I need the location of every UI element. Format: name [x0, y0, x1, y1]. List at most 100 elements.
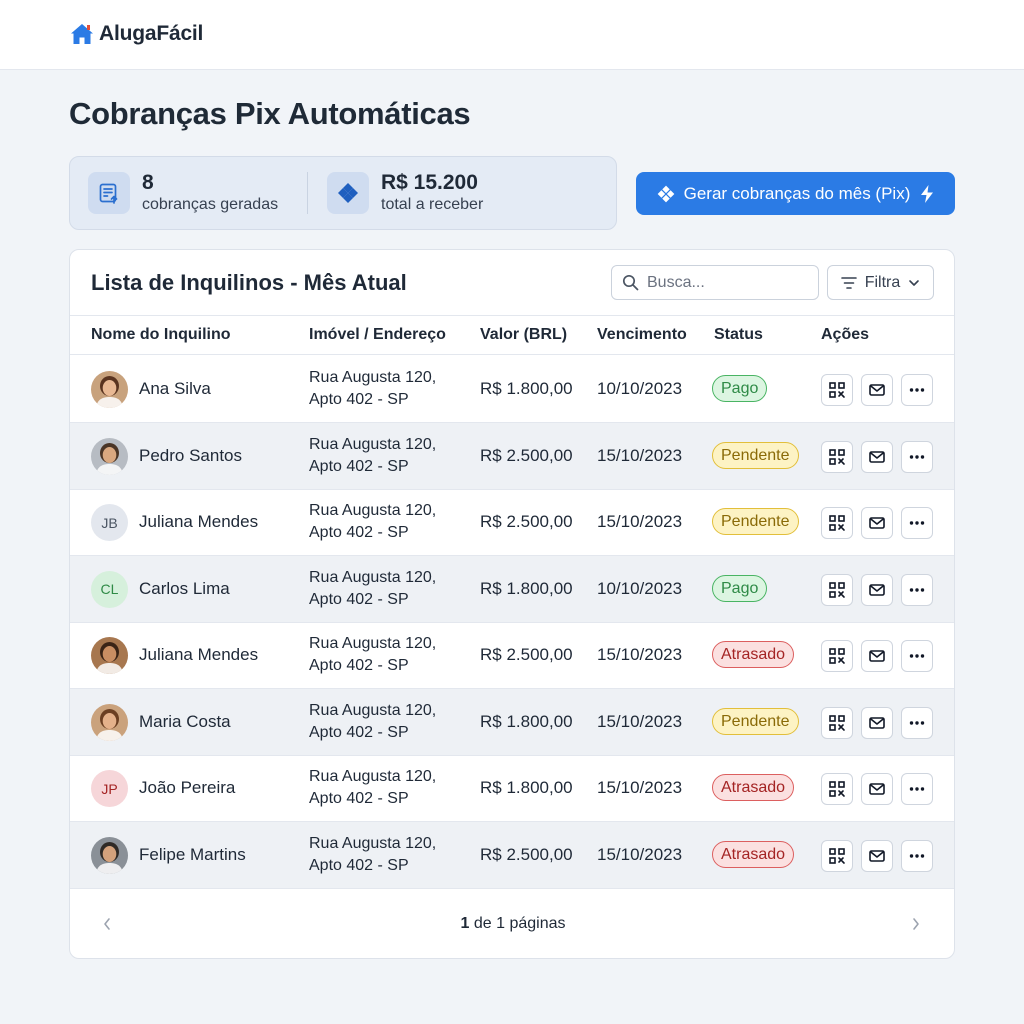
avatar [91, 637, 128, 674]
table-row[interactable]: Ana Silva Rua Augusta 120, Apto 402 - SP… [70, 356, 954, 423]
qr-code-button[interactable] [821, 573, 853, 606]
property-address: Rua Augusta 120, Apto 402 - SP [309, 833, 436, 877]
table-row[interactable]: JB Juliana Mendes Rua Augusta 120, Apto … [70, 489, 954, 556]
more-actions-button[interactable] [901, 374, 933, 406]
top-bar: AlugaFácil [0, 0, 1024, 70]
column-header: Nome do Inquilino [91, 326, 231, 343]
table-row[interactable]: Pedro Santos Rua Augusta 120, Apto 402 -… [70, 422, 954, 490]
house-icon [71, 24, 93, 44]
send-email-button[interactable] [861, 706, 893, 739]
tenant-name: Pedro Santos [139, 445, 243, 465]
qr-code-button[interactable] [821, 706, 853, 739]
due-date: 15/10/2023 [597, 512, 683, 531]
avatar-photo [91, 836, 128, 874]
avatar [91, 437, 128, 475]
qr-code-button[interactable] [821, 839, 853, 872]
address-line-1: Rua Augusta 120, [309, 635, 437, 652]
stat-charges-generated: 8 cobranças geradas [88, 157, 278, 229]
send-email-button[interactable] [861, 573, 893, 606]
qr-code-icon [829, 581, 845, 598]
avatar-initials: CL [100, 581, 119, 597]
send-email-button[interactable] [861, 773, 893, 805]
more-icon [909, 521, 925, 525]
due-date: 15/10/2023 [597, 645, 683, 664]
rent-value: R$ 1.800,00 [480, 711, 573, 731]
address-line-1: Rua Augusta 120, [309, 768, 437, 785]
qr-code-icon [829, 714, 845, 731]
due-date: 15/10/2023 [597, 711, 683, 731]
more-actions-button[interactable] [901, 706, 933, 739]
generate-charges-button[interactable]: Gerar cobranças do mês (Pix) [636, 172, 955, 215]
search-input[interactable] [647, 273, 807, 292]
column-header: Vencimento [597, 326, 687, 343]
qr-code-icon [829, 448, 845, 465]
more-actions-button[interactable] [901, 440, 933, 473]
pagination: 1 de 1 páginas [70, 888, 954, 958]
qr-code-button[interactable] [821, 507, 853, 539]
card-title: Lista de Inquilinos - Mês Atual [91, 270, 407, 295]
more-actions-button[interactable] [901, 839, 933, 872]
send-email-button[interactable] [861, 839, 893, 872]
mail-icon [869, 849, 885, 862]
property-address: Rua Augusta 120, Apto 402 - SP [309, 766, 436, 810]
address-line-1: Rua Augusta 120, [309, 834, 437, 852]
qr-code-button[interactable] [821, 773, 853, 805]
more-actions-button[interactable] [901, 573, 933, 606]
send-email-button[interactable] [861, 374, 893, 406]
stats-panel: 8 cobranças geradas R$ 15.200 total a re… [69, 156, 617, 230]
page-total-text: de 1 páginas [473, 915, 566, 932]
table-row[interactable]: CL Carlos Lima Rua Augusta 120, Apto 402… [70, 555, 954, 623]
address-line-2: Apto 402 - SP [309, 457, 409, 475]
address-line-1: Rua Augusta 120, [309, 502, 437, 519]
tenants-card: Lista de Inquilinos - Mês Atual Filtra N… [69, 249, 955, 959]
more-icon [909, 720, 925, 725]
rent-value: R$ 1.800,00 [480, 379, 573, 398]
qr-code-icon [829, 382, 845, 398]
qr-code-icon [829, 648, 845, 664]
status-badge: Pago [712, 574, 768, 602]
more-actions-button[interactable] [901, 507, 933, 539]
stat-value: R$ 15.200 [381, 171, 478, 194]
search-icon [622, 274, 639, 291]
avatar: JB [91, 504, 128, 541]
send-email-button[interactable] [861, 440, 893, 473]
rent-value: R$ 2.500,00 [480, 445, 573, 465]
mail-icon [869, 450, 885, 463]
more-actions-button[interactable] [901, 773, 933, 805]
qr-code-button[interactable] [821, 640, 853, 672]
rent-value: R$ 1.800,00 [480, 578, 573, 598]
search-box[interactable] [611, 265, 819, 300]
stat-total-receivable: R$ 15.200 total a receber [327, 157, 483, 229]
address-line-2: Apto 402 - SP [309, 391, 409, 408]
page-title: Cobranças Pix Automáticas [69, 96, 471, 131]
qr-code-button[interactable] [821, 374, 853, 406]
qr-code-button[interactable] [821, 440, 853, 473]
table-row[interactable]: Juliana Mendes Rua Augusta 120, Apto 402… [70, 622, 954, 689]
more-actions-button[interactable] [901, 640, 933, 672]
send-email-button[interactable] [861, 507, 893, 539]
rent-value: R$ 1.800,00 [480, 778, 573, 797]
property-address: Rua Augusta 120, Apto 402 - SP [309, 567, 436, 611]
more-icon [909, 388, 925, 392]
brand[interactable]: AlugaFácil [69, 21, 203, 47]
address-line-1: Rua Augusta 120, [309, 701, 437, 719]
filter-button[interactable]: Filtra [827, 265, 934, 300]
table-row[interactable]: Maria Costa Rua Augusta 120, Apto 402 - … [70, 688, 954, 756]
avatar-photo [91, 703, 128, 741]
avatar: CL [91, 570, 128, 608]
tenant-name: Juliana Mendes [139, 512, 259, 531]
tenant-name: Felipe Martins [139, 844, 246, 864]
next-page-button[interactable] [906, 914, 926, 934]
rent-value: R$ 2.500,00 [480, 844, 573, 864]
stat-divider [307, 172, 308, 214]
column-header: Valor (BRL) [480, 326, 568, 343]
table-row[interactable]: Felipe Martins Rua Augusta 120, Apto 402… [70, 821, 954, 889]
qr-code-icon [829, 847, 845, 864]
property-address: Rua Augusta 120, Apto 402 - SP [309, 500, 436, 544]
send-email-button[interactable] [861, 640, 893, 672]
invoice-icon [88, 172, 130, 214]
property-address: Rua Augusta 120, Apto 402 - SP [309, 633, 436, 677]
table-row[interactable]: JP João Pereira Rua Augusta 120, Apto 40… [70, 755, 954, 822]
current-page: 1 [460, 915, 470, 932]
avatar-photo [91, 371, 128, 408]
